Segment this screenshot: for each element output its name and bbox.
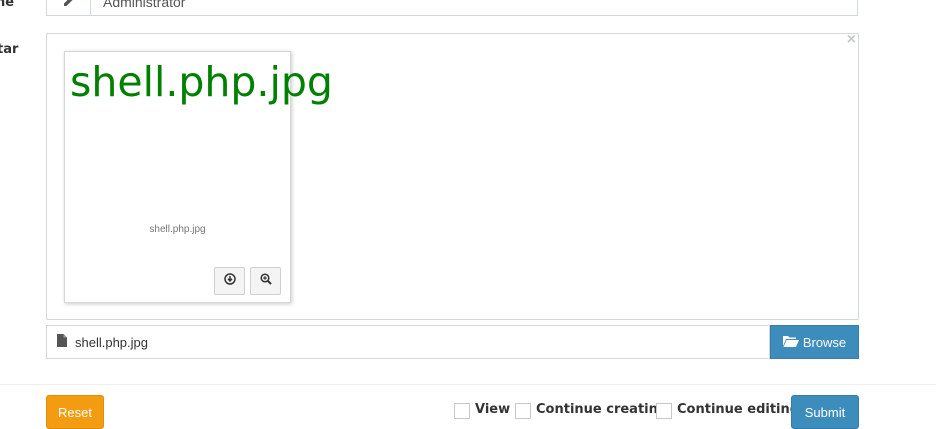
preview-caption: shell.php.jpg xyxy=(149,224,206,235)
avatar-label: tar xyxy=(0,42,19,57)
continue-editing-checkbox-box[interactable] xyxy=(656,403,672,419)
file-preview-frame: shell.php.jpg shell.php.jpg xyxy=(64,51,333,303)
browse-button[interactable]: Browse xyxy=(770,325,859,359)
name-label: ne xyxy=(0,0,15,10)
view-checkbox[interactable]: View xyxy=(454,402,510,419)
file-caption-field[interactable]: shell.php.jpg xyxy=(46,325,770,359)
download-button[interactable] xyxy=(214,267,245,295)
continue-creating-checkbox-box[interactable] xyxy=(515,403,531,419)
zoom-icon xyxy=(259,272,272,290)
zoom-button[interactable] xyxy=(250,267,281,295)
submit-button[interactable]: Submit xyxy=(791,395,859,429)
continue-editing-checkbox[interactable]: Continue editing xyxy=(656,402,799,419)
file-icon xyxy=(57,334,67,350)
pencil-icon xyxy=(63,0,75,10)
folder-open-icon xyxy=(782,335,799,350)
continue-creating-label: Continue creating xyxy=(536,402,668,417)
form-divider xyxy=(0,384,936,385)
name-input-group: Administrator xyxy=(46,0,858,16)
browse-label: Browse xyxy=(802,334,847,350)
download-icon xyxy=(223,272,236,290)
name-addon xyxy=(47,0,91,15)
view-checkbox-label: View xyxy=(475,402,511,417)
file-name: shell.php.jpg xyxy=(75,334,148,350)
close-icon[interactable]: × xyxy=(847,32,856,48)
continue-creating-checkbox[interactable]: Continue creating xyxy=(515,402,667,419)
continue-editing-label: Continue editing xyxy=(677,402,800,417)
file-input-group: shell.php.jpg Browse xyxy=(46,325,859,359)
view-checkbox-box[interactable] xyxy=(454,403,470,419)
name-input[interactable]: Administrator xyxy=(91,0,185,15)
avatar-preview-box: × shell.php.jpg shell.php.jpg xyxy=(46,32,859,320)
reset-button[interactable]: Reset xyxy=(46,395,104,429)
preview-image-text: shell.php.jpg xyxy=(70,58,333,106)
